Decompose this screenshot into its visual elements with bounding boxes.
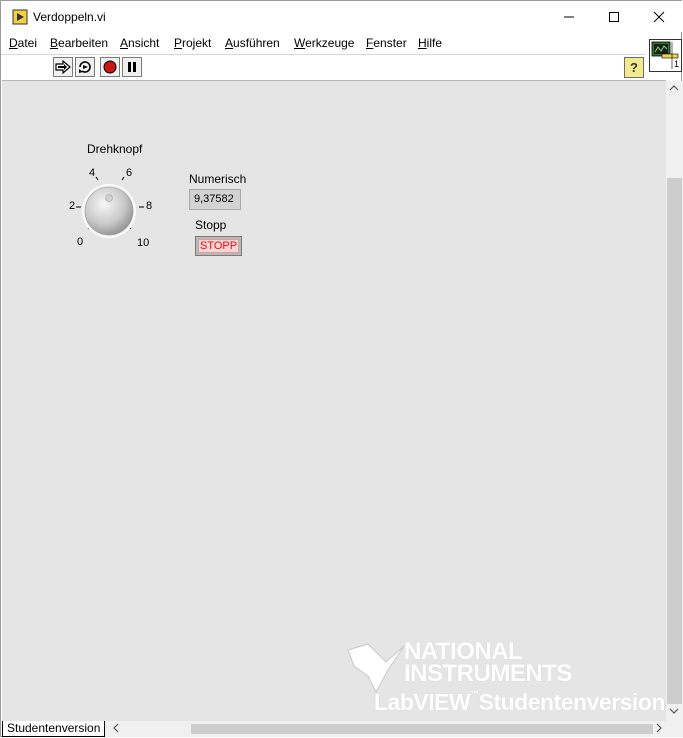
pause-button[interactable] [122, 57, 142, 77]
stop-label: Stopp [195, 218, 227, 232]
front-panel[interactable]: Drehknopf 4 6 2 8 0 10 Numerisch 9,37582… [2, 81, 666, 721]
menu-bearbeiten[interactable]: Bearbeiten [50, 36, 108, 50]
close-button[interactable] [636, 1, 682, 32]
menu-ansicht[interactable]: Ansicht [120, 36, 159, 50]
scroll-down-arrow-icon[interactable] [669, 706, 679, 719]
numeric-label: Numerisch [189, 172, 247, 186]
window-title: Verdoppeln.vi [33, 10, 106, 24]
menu-datei[interactable]: Datei [9, 36, 37, 50]
run-continuously-icon [79, 61, 91, 73]
title-bar[interactable]: Verdoppeln.vi [1, 1, 682, 32]
vertical-scroll-thumb[interactable] [667, 178, 682, 704]
abort-button[interactable] [100, 57, 120, 77]
toolbar: ? [1, 54, 646, 81]
connector-terminal-label: 1 [674, 59, 680, 69]
numeric-value: 9,37582 [194, 193, 234, 205]
menu-fenster[interactable]: Fenster [366, 36, 407, 50]
watermark-instruments: INSTRUMENTS [404, 660, 572, 687]
pause-icon [128, 62, 136, 72]
maximize-icon [609, 11, 619, 22]
run-continuously-button[interactable] [75, 57, 95, 77]
menu-bar: Datei Bearbeiten Ansicht Projekt Ausführ… [1, 32, 646, 54]
labview-window: Verdoppeln.vi Datei Bearbeiten Ansicht P… [0, 0, 683, 737]
connector-pane[interactable]: 1 [649, 39, 682, 72]
studentenversion-label: Studentenversion [7, 721, 101, 735]
knob-label: Drehknopf [87, 142, 143, 156]
run-button[interactable] [53, 57, 73, 77]
maximize-button[interactable] [591, 1, 637, 32]
scroll-left-arrow-icon[interactable] [111, 723, 121, 736]
help-icon: ? [630, 60, 638, 75]
stop-button-text: STOPP [200, 240, 238, 252]
minimize-button[interactable] [546, 1, 592, 32]
context-help-button[interactable]: ? [624, 57, 644, 78]
horizontal-scroll-thumb[interactable] [191, 724, 653, 734]
menu-hilfe[interactable]: Hilfe [418, 36, 442, 50]
menu-werkzeuge[interactable]: Werkzeuge [294, 36, 354, 50]
close-icon [653, 11, 665, 22]
numeric-indicator: 9,37582 [189, 189, 241, 210]
drehknopf-knob[interactable] [81, 183, 137, 239]
run-arrow-icon [55, 60, 71, 74]
stop-button[interactable]: STOPP [195, 236, 242, 256]
scroll-right-arrow-icon[interactable] [654, 723, 664, 736]
ni-eagle-logo-icon [347, 643, 405, 694]
menu-ausfuehren[interactable]: Ausführen [225, 36, 280, 50]
studentenversion-tab: Studentenversion [2, 721, 106, 737]
scroll-up-arrow-icon[interactable] [669, 83, 679, 96]
ni-watermark: NATIONAL INSTRUMENTS LabVIEW™Studentenve… [346, 636, 665, 718]
menu-projekt[interactable]: Projekt [174, 36, 211, 50]
minimize-icon [564, 16, 574, 17]
labview-vi-icon [12, 9, 28, 25]
abort-icon [103, 60, 117, 74]
watermark-labview-studentenversion: LabVIEW™Studentenversion [374, 689, 665, 715]
